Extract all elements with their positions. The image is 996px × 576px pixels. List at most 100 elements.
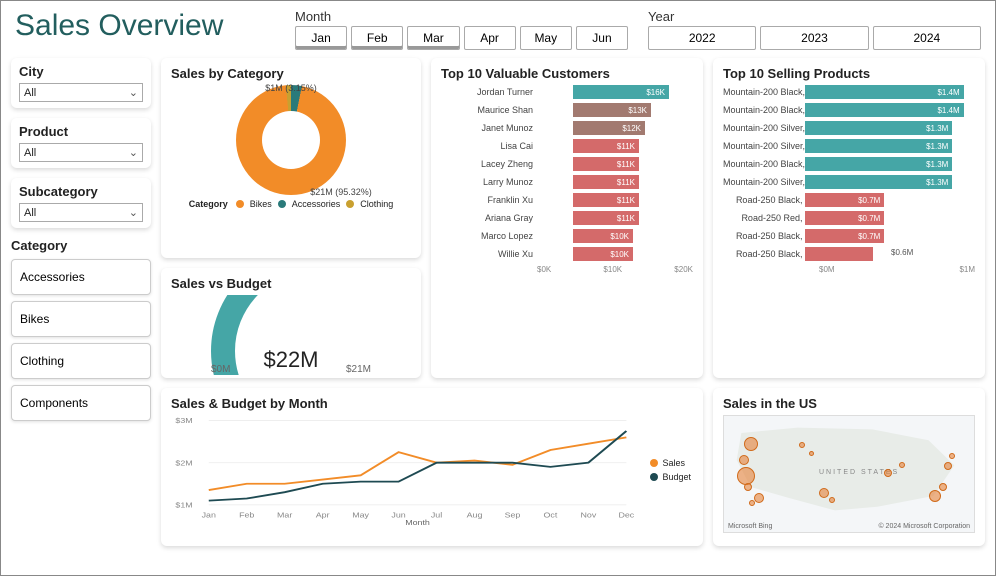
legend-swatch — [346, 200, 354, 208]
bar-label: Marco Lopez — [441, 231, 533, 241]
bar-row: Marco Lopez$10K — [441, 229, 693, 243]
svg-text:Month: Month — [405, 519, 430, 525]
bar-fill: $13K — [573, 103, 651, 117]
bar-fill: $1.3M — [805, 139, 952, 153]
bar-row: Mountain-200 Black, 38$1.3M — [723, 157, 975, 171]
svg-text:$1M: $1M — [175, 501, 192, 509]
bar-label: Mountain-200 Silver, 38 — [723, 123, 815, 133]
bar-label: Lacey Zheng — [441, 159, 533, 169]
city-filter-card: City All — [11, 58, 151, 108]
donut-top-label: $1M (3.15%) — [265, 83, 317, 93]
month-button-feb[interactable]: Feb — [351, 26, 403, 50]
bar-fill: $12K — [573, 121, 645, 135]
category-button-accessories[interactable]: Accessories — [11, 259, 151, 295]
bar-label: Road-250 Black, 52 — [723, 195, 815, 205]
bar-fill — [805, 247, 873, 261]
bar-fill: $0.7M — [805, 211, 884, 225]
bar-label: Mountain-200 Silver, 46 — [723, 141, 815, 151]
us-map[interactable]: UNITED STATES Microsoft Bing © 2024 Micr… — [723, 415, 975, 533]
gauge-max: $21M — [346, 364, 371, 375]
map-bubble — [744, 437, 758, 451]
product-select-value: All — [24, 147, 36, 159]
sales-budget-month-card[interactable]: Sales & Budget by Month $3M$2M$1MJanFebM… — [161, 388, 703, 546]
map-provider: Microsoft Bing — [728, 523, 772, 530]
category-list: Accessories Bikes Clothing Components — [11, 259, 151, 421]
svg-text:May: May — [352, 511, 370, 519]
subcategory-filter-label: Subcategory — [19, 184, 143, 199]
svg-text:Mar: Mar — [277, 511, 293, 519]
bar-fill: $0.7M — [805, 229, 884, 243]
bar-label: Ariana Gray — [441, 213, 533, 223]
city-filter-label: City — [19, 64, 143, 79]
sales-vs-budget-card[interactable]: Sales vs Budget $22M $0M $21M — [161, 268, 421, 378]
page-title: Sales Overview — [15, 9, 275, 43]
svg-text:$3M: $3M — [175, 417, 192, 425]
bar-fill: $1.3M — [805, 157, 952, 171]
top-customers-card[interactable]: Top 10 Valuable Customers Jordan Turner$… — [431, 58, 703, 378]
bar-label: Mountain-200 Black, 42 — [723, 105, 815, 115]
bar-label: Road-250 Black, 44 — [723, 249, 815, 259]
map-copyright: © 2024 Microsoft Corporation — [878, 523, 970, 530]
category-button-clothing[interactable]: Clothing — [11, 343, 151, 379]
line-title: Sales & Budget by Month — [171, 396, 693, 411]
category-button-components[interactable]: Components — [11, 385, 151, 421]
sales-by-category-card[interactable]: Sales by Category $1M (3.15%) $21M (95.3… — [161, 58, 421, 258]
svg-text:Nov: Nov — [581, 511, 598, 519]
bar-fill: $11K — [573, 193, 639, 207]
bar-row: Mountain-200 Silver, 46$1.3M — [723, 139, 975, 153]
bar-row: Road-250 Red, 58$0.7M — [723, 211, 975, 225]
bar-row: Janet Munoz$12K — [441, 121, 693, 135]
category-button-bikes[interactable]: Bikes — [11, 301, 151, 337]
svg-text:Dec: Dec — [618, 511, 634, 519]
city-select-value: All — [24, 87, 36, 99]
bar-fill: $11K — [573, 175, 639, 189]
month-button-mar[interactable]: Mar — [407, 26, 459, 50]
category-filter-label: Category — [11, 238, 151, 253]
bar-label: Mountain-200 Black, 38 — [723, 159, 815, 169]
map-bubble — [809, 451, 814, 456]
map-bubble — [819, 488, 829, 498]
svg-text:Sep: Sep — [505, 511, 521, 519]
bar-row: Jordan Turner$16K — [441, 85, 693, 99]
svg-text:Apr: Apr — [316, 511, 330, 519]
legend-swatch — [278, 200, 286, 208]
chevron-down-icon — [129, 146, 138, 159]
bar-row: Mountain-200 Black, 42$1.4M — [723, 103, 975, 117]
bar-row: Lisa Cai$11K — [441, 139, 693, 153]
year-slicer[interactable]: 202220232024 — [648, 26, 981, 50]
chevron-down-icon — [129, 206, 138, 219]
bar-label: Road-250 Black, 48 — [723, 231, 815, 241]
subcategory-select[interactable]: All — [19, 203, 143, 222]
legend-swatch — [236, 200, 244, 208]
bar-label: Franklin Xu — [441, 195, 533, 205]
products-title: Top 10 Selling Products — [723, 66, 975, 81]
city-select[interactable]: All — [19, 83, 143, 102]
year-button-2024[interactable]: 2024 — [873, 26, 981, 50]
top-products-card[interactable]: Top 10 Selling Products Mountain-200 Bla… — [713, 58, 985, 378]
month-button-jan[interactable]: Jan — [295, 26, 347, 50]
bar-row: Lacey Zheng$11K — [441, 157, 693, 171]
map-bubble — [744, 483, 752, 491]
svg-text:Aug: Aug — [467, 511, 483, 519]
bar-label: Jordan Turner — [441, 87, 533, 97]
month-button-may[interactable]: May — [520, 26, 572, 50]
bar-label: Willie Xu — [441, 249, 533, 259]
product-select[interactable]: All — [19, 143, 143, 162]
bar-label: Larry Munoz — [441, 177, 533, 187]
year-slicer-label: Year — [648, 9, 981, 24]
month-slicer-label: Month — [295, 9, 628, 24]
donut-legend: Category BikesAccessoriesClothing — [171, 199, 411, 209]
chevron-down-icon — [129, 86, 138, 99]
bar-fill: $11K — [573, 139, 639, 153]
year-button-2022[interactable]: 2022 — [648, 26, 756, 50]
sales-map-card[interactable]: Sales in the US UNITED STATES Microsoft … — [713, 388, 985, 546]
year-button-2023[interactable]: 2023 — [760, 26, 868, 50]
map-bubble — [749, 500, 755, 506]
month-slicer[interactable]: JanFebMarAprMayJun — [295, 26, 628, 50]
svg-text:Jul: Jul — [431, 511, 443, 519]
bar-fill: $10K — [573, 247, 633, 261]
month-button-jun[interactable]: Jun — [576, 26, 628, 50]
subcategory-filter-card: Subcategory All — [11, 178, 151, 228]
month-button-apr[interactable]: Apr — [464, 26, 516, 50]
bar-row: Larry Munoz $11K — [441, 175, 693, 189]
